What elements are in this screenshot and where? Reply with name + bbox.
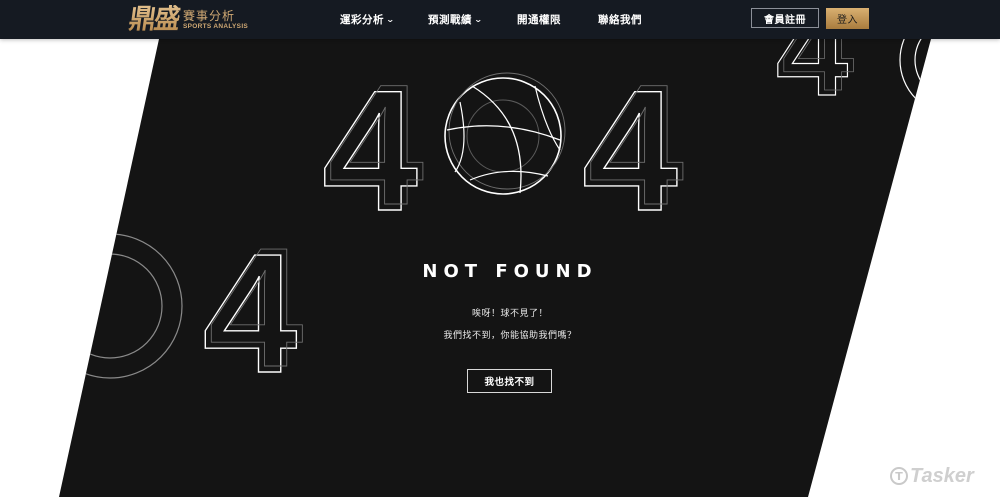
chevron-down-icon: ⌄: [473, 15, 484, 24]
nav-item-label: 開通權限: [517, 14, 561, 26]
logo-text-group: 賽事分析 SPORTS ANALYSIS: [183, 10, 248, 31]
error-message-line-1: 唉呀！球不見了！: [471, 309, 548, 319]
tasker-logo-icon: T: [890, 467, 908, 485]
nav-item-label: 運彩分析: [340, 14, 384, 26]
login-button[interactable]: 登入: [826, 8, 869, 29]
error-heading: NOT FOUND: [422, 261, 598, 282]
nav-item-lottery-analysis[interactable]: 運彩分析 ⌄: [340, 0, 396, 39]
tasker-watermark: T Tasker: [890, 463, 974, 489]
logo-mark: 鼎盛: [126, 3, 182, 35]
nav-item-activate-access[interactable]: 開通權限: [517, 0, 561, 39]
register-button[interactable]: 會員註冊: [751, 8, 819, 28]
not-found-action-button[interactable]: 我也找不到: [467, 369, 552, 393]
logo-english-text: SPORTS ANALYSIS: [183, 23, 249, 30]
page: 4 4 4 4 4 4 4 4 鼎盛 賽事分析 SPORTS ANALYSIS …: [0, 0, 1000, 497]
secondary-four-digit-shadow: 4: [209, 213, 304, 403]
watermark-text: Tasker: [910, 464, 974, 487]
chevron-down-icon: ⌄: [385, 15, 396, 24]
error-code-left-digit-shadow: 4: [328, 49, 424, 241]
nav-item-prediction-record[interactable]: 預測戰績 ⌄: [428, 0, 484, 39]
nav-item-label: 預測戰績: [428, 14, 472, 26]
site-logo[interactable]: 鼎盛 賽事分析 SPORTS ANALYSIS: [126, 3, 248, 36]
logo-chinese-text: 賽事分析: [183, 9, 236, 23]
nav-item-label: 聯絡我們: [598, 14, 642, 26]
nav-item-contact-us[interactable]: 聯絡我們: [598, 0, 642, 39]
not-found-backdrop: 4 4 4 4 4 4 4 4: [59, 39, 931, 497]
top-navigation-bar: 鼎盛 賽事分析 SPORTS ANALYSIS 運彩分析 ⌄ 預測戰績 ⌄ 開通…: [0, 0, 1000, 39]
error-code-right-digit-shadow: 4: [588, 49, 684, 241]
error-message-line-2: 我們找不到，你能協助我們嗎？: [443, 331, 577, 341]
